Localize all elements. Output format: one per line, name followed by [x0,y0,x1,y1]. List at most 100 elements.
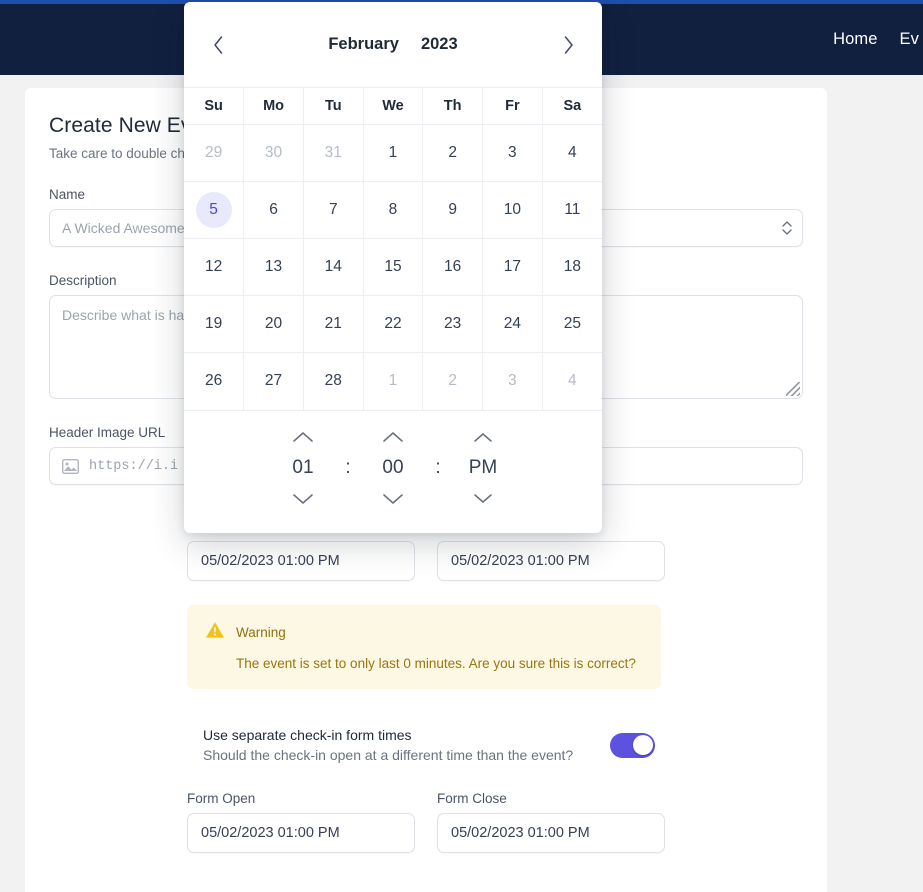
form-open-group: Form Open 05/02/2023 01:00 PM [187,791,415,853]
description-placeholder: Describe what is hap [62,307,192,323]
calendar-weekday-mo: Mo [243,87,304,125]
calendar-month-label[interactable]: February [328,35,399,54]
calendar-day-label: 14 [324,258,342,275]
calendar-day-label: 19 [204,315,223,332]
calendar-day-cell[interactable]: 31 [302,124,364,182]
calendar-day-cell[interactable]: 5 [184,181,245,239]
form-close-label: Form Close [437,791,507,806]
calendar-day-cell[interactable]: 9 [422,181,484,239]
calendar-day-cell[interactable]: 6 [243,181,304,239]
calendar-day-label: 2 [448,372,457,390]
calendar-day-label: 30 [264,144,283,161]
calendar-day-cell[interactable]: 14 [302,238,364,296]
form-open-input[interactable]: 05/02/2023 01:00 PM [187,813,415,853]
calendar-day-cell[interactable]: 15 [362,238,424,296]
calendar-day-cell[interactable]: 4 [541,124,602,182]
form-close-input[interactable]: 05/02/2023 01:00 PM [437,813,665,853]
calendar-day-selected[interactable]: 5 [195,192,232,228]
calendar-day-cell[interactable]: 19 [184,295,245,353]
calendar-day-cell[interactable]: 16 [422,238,484,296]
checkin-toggle-texts: Use separate check-in form times Should … [203,727,573,763]
calendar-day-cell[interactable]: 12 [184,238,245,296]
calendar-day-cell[interactable]: 8 [362,181,424,239]
calendar-day-cell[interactable]: 18 [541,238,602,296]
calendar-day-label: 9 [448,201,457,218]
calendar-weekday-we: We [362,87,424,125]
form-close-value: 05/02/2023 01:00 PM [451,825,590,841]
calendar-day-cell[interactable]: 26 [184,352,245,410]
calendar-day-label: 17 [503,258,521,275]
time-picker: 01 : 00 : PM [184,411,602,533]
event-start-group: 05/02/2023 01:00 PM [187,541,415,581]
calendar-day-label: 3 [508,372,517,390]
nav-link-events[interactable]: Ev [900,30,919,49]
chevron-updown-icon [782,221,792,235]
chevron-left-icon[interactable] [202,29,234,61]
image-icon [62,458,79,474]
calendar-day-label: 6 [269,201,278,218]
event-end-input[interactable]: 05/02/2023 01:00 PM [437,541,665,581]
calendar-day-cell[interactable]: 7 [302,181,364,239]
meridiem-value[interactable]: PM [469,457,498,479]
calendar-day-cell[interactable]: 1 [362,124,424,182]
calendar-day-label: 10 [503,201,521,218]
meridiem-decrement-chevron-down-icon[interactable] [473,493,493,504]
minute-increment-chevron-up-icon[interactable] [382,431,404,443]
calendar-day-cell[interactable]: 2 [422,124,484,182]
calendar-week-row: 5 6 7 8 9 10 11 [184,181,602,239]
calendar-weekday-su: Su [184,87,245,125]
minute-stepper: 00 [359,431,427,505]
calendar-day-cell[interactable]: 29 [184,124,245,182]
calendar-day-cell[interactable]: 27 [243,352,304,410]
calendar-day-cell[interactable]: 3 [482,352,543,410]
form-open-label: Form Open [187,791,256,806]
calendar-day-cell[interactable]: 17 [482,238,543,296]
calendar-day-label: 1 [388,144,398,161]
hour-decrement-chevron-down-icon[interactable] [292,493,314,505]
warning-triangle-icon [205,621,225,644]
calendar-day-cell[interactable]: 13 [243,238,304,296]
chevron-right-icon[interactable] [552,29,584,61]
resize-handle-icon[interactable] [786,382,800,396]
calendar-day-cell[interactable]: 25 [541,295,602,353]
calendar-day-cell[interactable]: 4 [541,352,602,410]
warning-message: The event is set to only last 0 minutes.… [236,656,636,671]
calendar-day-cell[interactable]: 10 [482,181,543,239]
calendar-day-label: 28 [324,372,342,390]
calendar-year-label[interactable]: 2023 [421,35,458,54]
calendar-day-cell[interactable]: 1 [362,352,424,410]
calendar-day-cell[interactable]: 22 [362,295,424,353]
calendar-month-year: February 2023 [234,35,552,54]
hour-increment-chevron-up-icon[interactable] [292,431,314,443]
minute-decrement-chevron-down-icon[interactable] [382,493,404,505]
calendar-day-label: 24 [503,315,521,332]
checkin-toggle-switch[interactable] [610,732,655,758]
calendar-day-cell[interactable]: 21 [302,295,364,353]
warning-title: Warning [236,625,286,640]
event-start-input[interactable]: 05/02/2023 01:00 PM [187,541,415,581]
event-start-value: 05/02/2023 01:00 PM [201,553,340,569]
calendar-day-label: 13 [264,258,283,275]
calendar-day-cell[interactable]: 11 [541,181,602,239]
calendar-day-label: 2 [448,144,457,161]
calendar-day-label: 22 [384,315,402,332]
app-root: Home Ev Create New Event Take care to do… [0,0,923,892]
meridiem-increment-chevron-up-icon[interactable] [473,432,493,443]
calendar-day-label: 29 [204,144,223,161]
calendar-day-label: 4 [568,144,577,161]
calendar-day-cell[interactable]: 3 [482,124,543,182]
minute-value[interactable]: 00 [382,457,403,479]
calendar-day-cell[interactable]: 23 [422,295,484,353]
toggle-knob [632,735,653,755]
nav-link-home[interactable]: Home [833,30,877,49]
calendar-day-cell[interactable]: 24 [482,295,543,353]
calendar-day-cell[interactable]: 2 [422,352,484,410]
calendar-week-row: 12 13 14 15 16 17 18 [184,238,602,296]
calendar-day-cell[interactable]: 30 [243,124,304,182]
calendar-day-label: 18 [563,258,581,275]
form-open-value: 05/02/2023 01:00 PM [201,825,340,841]
calendar-day-cell[interactable]: 20 [243,295,304,353]
hour-value[interactable]: 01 [292,457,313,479]
calendar-day-label: 4 [568,372,577,390]
calendar-day-cell[interactable]: 28 [302,352,364,410]
